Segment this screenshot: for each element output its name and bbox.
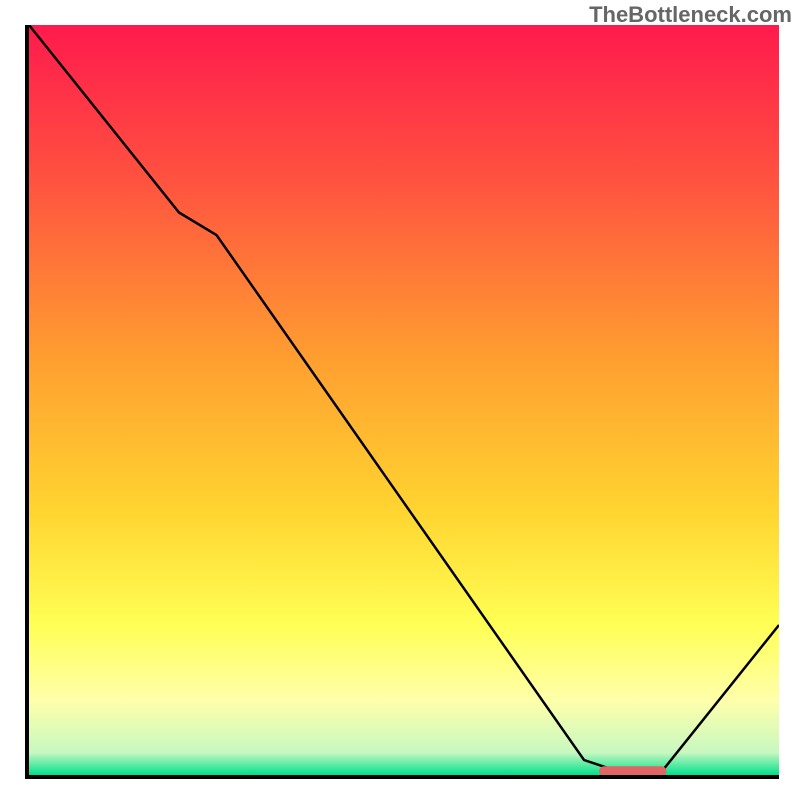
optimal-marker [599,766,667,775]
chart-container: TheBottleneck.com [0,0,800,800]
watermark-text: TheBottleneck.com [589,2,792,28]
plot-area [25,25,779,779]
plot-svg [29,25,779,775]
gradient-background [29,25,779,775]
